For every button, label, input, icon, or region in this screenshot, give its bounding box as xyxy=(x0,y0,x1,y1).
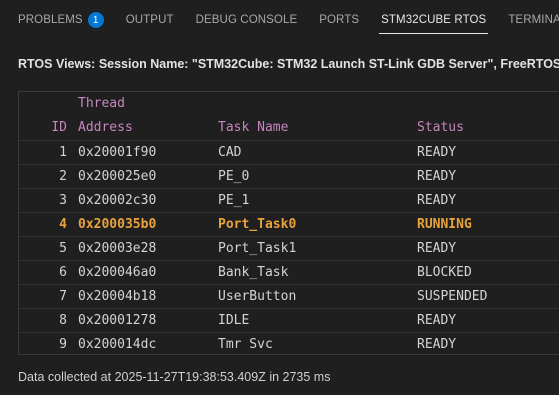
thread-id-cell: 6 xyxy=(59,265,67,280)
thread-id-cell: 8 xyxy=(59,313,67,328)
thread-address-cell: 0x20001f90 xyxy=(78,145,157,160)
tab-terminal[interactable]: TERMINAL xyxy=(497,0,559,40)
tab-stm32cube-rtos[interactable]: STM32CUBE RTOS xyxy=(370,0,497,40)
thread-group-header: Thread xyxy=(78,96,125,111)
task-status-cell: READY xyxy=(417,337,457,352)
task-name-cell: Tmr Svc xyxy=(218,337,273,352)
table-row[interactable]: 3 0x20002c30 PE_1 READY xyxy=(19,188,559,212)
data-collected-status: Data collected at 2025-11-27T19:38:53.40… xyxy=(18,370,331,384)
thread-address-cell: 0x200046a0 xyxy=(78,265,157,280)
table-row[interactable]: 7 0x20004b18 UserButton SUSPENDED xyxy=(19,284,559,308)
tab-output[interactable]: OUTPUT xyxy=(115,0,185,40)
thread-id-cell: 1 xyxy=(59,145,67,160)
task-name-cell: CAD xyxy=(218,145,242,160)
table-row[interactable]: 9 0x200014dc Tmr Svc READY xyxy=(19,332,559,356)
thread-address-cell: 0x20002c30 xyxy=(78,193,157,208)
tab-label: PROBLEMS xyxy=(18,14,83,26)
task-status-cell: READY xyxy=(417,313,457,328)
thread-id-cell: 9 xyxy=(59,337,67,352)
thread-address-cell: 0x200035b0 xyxy=(78,217,157,232)
table-row[interactable]: 5 0x20003e28 Port_Task1 READY xyxy=(19,236,559,260)
thread-address-cell: 0x20003e28 xyxy=(78,241,157,256)
task-status-cell: READY xyxy=(417,145,457,160)
tab-problems[interactable]: PROBLEMS 1 xyxy=(0,0,115,40)
task-name-cell: Port_Task1 xyxy=(218,241,297,256)
column-header-task-name: Task Name xyxy=(218,120,289,135)
panel-tab-bar: PROBLEMS 1 OUTPUT DEBUG CONSOLE PORTS ST… xyxy=(0,0,559,40)
thread-address-cell: 0x20001278 xyxy=(78,313,157,328)
column-header-address: Address xyxy=(78,120,133,135)
table-header-row: ID Address Task Name Status xyxy=(19,116,559,140)
task-status-cell: READY xyxy=(417,193,457,208)
table-row[interactable]: 4 0x200035b0 Port_Task0 RUNNING xyxy=(19,212,559,236)
task-name-cell: PE_0 xyxy=(218,169,250,184)
table-group-header-row: Thread xyxy=(19,92,559,116)
tab-label: PORTS xyxy=(319,14,360,26)
tab-debug-console[interactable]: DEBUG CONSOLE xyxy=(185,0,309,40)
table-row[interactable]: 6 0x200046a0 Bank_Task BLOCKED xyxy=(19,260,559,284)
thread-id-cell: 2 xyxy=(59,169,67,184)
tab-label: STM32CUBE RTOS xyxy=(381,14,487,26)
thread-id-cell: 5 xyxy=(59,241,67,256)
column-header-id: ID xyxy=(51,120,67,135)
task-name-cell: Bank_Task xyxy=(218,265,289,280)
task-status-cell: BLOCKED xyxy=(417,265,472,280)
tab-label: DEBUG CONSOLE xyxy=(195,14,298,26)
task-name-cell: PE_1 xyxy=(218,193,250,208)
task-status-cell: READY xyxy=(417,169,457,184)
thread-id-cell: 4 xyxy=(59,217,67,232)
table-row[interactable]: 1 0x20001f90 CAD READY xyxy=(19,140,559,164)
rtos-thread-table: Thread ID Address Task Name Status 1 0x20… xyxy=(18,91,559,355)
task-status-cell: SUSPENDED xyxy=(417,289,488,304)
task-name-cell: Port_Task0 xyxy=(218,217,297,232)
rtos-session-heading: RTOS Views: Session Name: "STM32Cube: ST… xyxy=(18,57,559,71)
tab-ports[interactable]: PORTS xyxy=(308,0,370,40)
task-status-cell: RUNNING xyxy=(417,217,472,232)
thread-id-cell: 3 xyxy=(59,193,67,208)
task-status-cell: READY xyxy=(417,241,457,256)
thread-address-cell: 0x20004b18 xyxy=(78,289,157,304)
table-row[interactable]: 2 0x200025e0 PE_0 READY xyxy=(19,164,559,188)
thread-id-cell: 7 xyxy=(59,289,67,304)
column-header-status: Status xyxy=(417,120,464,135)
tab-label: OUTPUT xyxy=(125,14,174,26)
task-name-cell: UserButton xyxy=(218,289,297,304)
problems-count-badge: 1 xyxy=(87,12,104,28)
task-name-cell: IDLE xyxy=(218,313,250,328)
thread-address-cell: 0x200014dc xyxy=(78,337,157,352)
table-row[interactable]: 8 0x20001278 IDLE READY xyxy=(19,308,559,332)
thread-address-cell: 0x200025e0 xyxy=(78,169,157,184)
tab-label: TERMINAL xyxy=(508,14,559,26)
